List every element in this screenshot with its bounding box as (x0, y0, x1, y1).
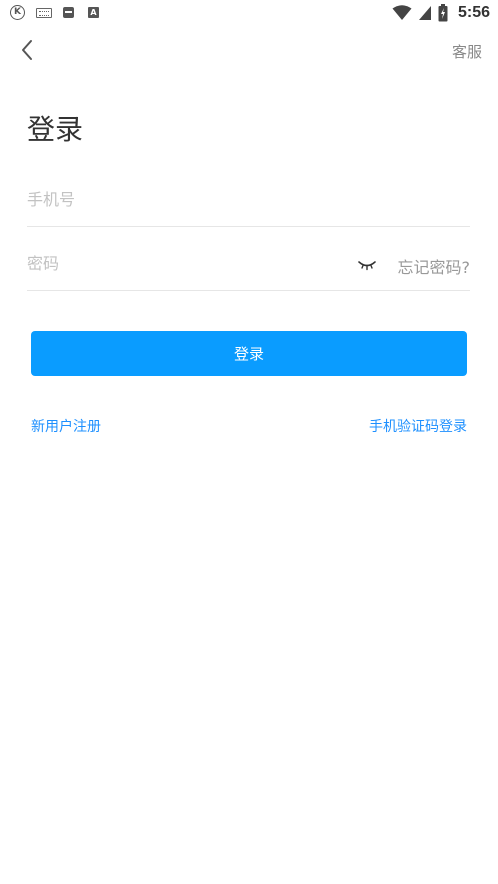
status-indicators: 5:56 (392, 3, 490, 23)
register-link[interactable]: 新用户注册 (31, 416, 101, 436)
login-button[interactable]: 登录 (31, 331, 467, 376)
a-box-icon: A (88, 7, 99, 18)
forgot-password-link[interactable]: 忘记密码? (398, 254, 471, 278)
sms-login-link[interactable]: 手机验证码登录 (369, 416, 467, 436)
phone-input[interactable] (27, 186, 327, 212)
message-icon (63, 7, 74, 18)
signal-icon (418, 6, 431, 20)
battery-icon (438, 4, 448, 22)
back-button[interactable] (18, 38, 40, 62)
status-bar: K A 5:56 (0, 0, 498, 26)
phone-field-row (27, 170, 470, 227)
wifi-icon (392, 5, 412, 20)
password-visibility-toggle[interactable] (358, 256, 376, 271)
keyboard-icon (36, 8, 52, 18)
password-field-row: 忘记密码? (27, 234, 470, 291)
page-title: 登录 (27, 113, 84, 146)
password-input[interactable] (27, 250, 327, 276)
chevron-left-icon (22, 40, 32, 60)
eye-closed-icon (358, 261, 376, 271)
k-circle-icon: K (10, 5, 25, 20)
status-time: 5:56 (457, 4, 490, 21)
customer-service-link[interactable]: 客服 (452, 41, 482, 62)
